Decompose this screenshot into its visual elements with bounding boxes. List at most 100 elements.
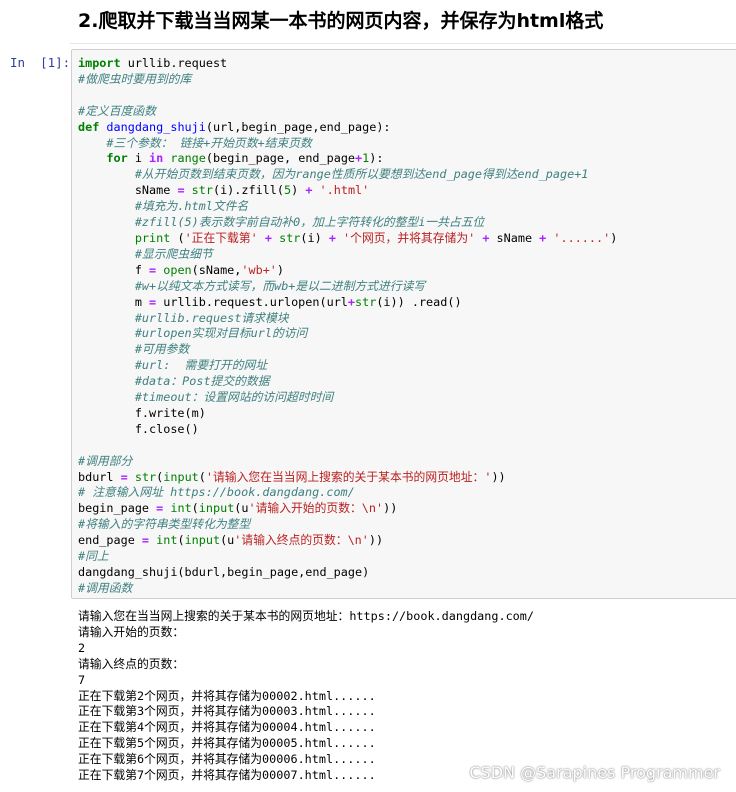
code-token: urllib.request — [120, 56, 228, 70]
code-line: #调用部分 — [78, 454, 617, 470]
code-line: m = urllib.request.urlopen(url+str(i)) .… — [78, 295, 617, 311]
code-token: ) — [610, 230, 618, 245]
code-line: print ('正在下载第' + str(i) + '个网页，并将其存储为' +… — [78, 230, 618, 247]
code-token: (u — [234, 501, 249, 516]
code-line: dangdang_shuji(bdurl,begin_page,end_page… — [78, 565, 617, 581]
code-token: input — [184, 533, 221, 548]
code-line: #urlopen实现对目标url的访问 — [78, 326, 617, 342]
code-line: #调用函数 — [78, 581, 617, 597]
code-token: #定义百度函数 — [78, 103, 156, 118]
code-token: dangdang_shuji — [106, 119, 206, 134]
code-line: import urllib.request — [78, 56, 617, 72]
code-token: '正在下载第' — [184, 230, 258, 245]
code-token: '请输入开始的页数：\n' — [248, 501, 384, 516]
code-token: '个网页，并将其存储为' — [343, 230, 476, 245]
code-line: #同上 — [78, 549, 617, 565]
code-token: end_page — [78, 533, 142, 548]
code-token: ): — [369, 151, 384, 166]
code-line: #w+以纯文本方式读写，而wb+是以二进制方式进行读写 — [78, 279, 617, 295]
output-line: 正在下载第3个网页，并将其存储为00003.html...... — [78, 704, 376, 719]
code-token: (begin_page, end_page — [205, 151, 356, 166]
code-token: (i)) .read() — [376, 294, 462, 309]
code-token: #做爬虫时要用到的库 — [78, 71, 192, 86]
code-line: #data：Post提交的数据 — [78, 374, 617, 390]
code-token: ( — [191, 501, 199, 516]
code-token: '.html' — [319, 183, 370, 198]
code-token: )) — [491, 469, 506, 484]
code-token: print — [134, 230, 171, 245]
output-line: 2 — [78, 640, 86, 655]
code-token: (i) — [300, 230, 329, 245]
code-line: #做爬虫时要用到的库 — [78, 72, 617, 88]
code-editor[interactable]: import urllib.request #做爬虫时要用到的库 #定义百度函数 d… — [78, 56, 617, 597]
code-line: #显示爬虫细节 — [78, 247, 617, 263]
code-line: f.write(m) — [78, 406, 617, 422]
code-line: #zfill(5)表示数字前自动补0，加上字符转化的整型i一共占五位 — [78, 215, 617, 231]
code-token: m — [78, 294, 150, 309]
code-token: #urlopen实现对目标url的访问 — [134, 326, 308, 341]
code-token: sName — [489, 230, 540, 245]
code-line: begin_page = int(input(u'请输入开始的页数：\n')) — [78, 501, 617, 517]
code-line: end_page = int(input(u'请输入终点的页数：\n')) — [78, 533, 617, 549]
code-token: for — [106, 151, 128, 166]
code-token: = — [120, 469, 128, 484]
code-token: '请输入终点的页数：\n' — [234, 533, 369, 548]
output-line: 请输入您在当当网上搜索的关于某本书的网页地址：https://book.dang… — [78, 609, 534, 623]
code-token: 'wb+' — [241, 262, 277, 277]
code-line: bdurl = str(input('请输入您在当当网上搜索的关于某本书的网页地… — [78, 470, 617, 486]
code-token: '请输入您在当当网上搜索的关于某本书的网页地址：' — [205, 469, 492, 484]
code-token: + — [264, 230, 272, 245]
code-token: int — [170, 501, 192, 516]
code-line: #urllib.request请求模块 — [78, 311, 617, 327]
code-token: sName — [78, 183, 178, 198]
input-prompt: In [1]: — [10, 55, 71, 70]
code-token: )) — [368, 533, 384, 548]
code-token: int — [156, 533, 178, 548]
code-token: input — [198, 501, 235, 516]
output-line: 正在下载第2个网页，并将其存储为00002.html...... — [78, 688, 376, 703]
code-token: #三个参数： 链接+开始页数+结束页数 — [106, 135, 312, 150]
code-token: dangdang_shuji(bdurl,begin_page,end_page… — [78, 565, 370, 579]
code-token: begin_page — [78, 501, 157, 516]
code-token: #timeout：设置网站的访问超时时间 — [134, 390, 334, 405]
code-token: str — [134, 469, 157, 484]
output-line: 请输入开始的页数： — [78, 624, 185, 639]
code-line: #从开始页数到结束页数，因为range性质所以要想到达end_page得到达en… — [78, 167, 617, 183]
code-token: f.write(m) — [78, 405, 206, 420]
code-token: (url,begin_page,end_page): — [205, 119, 391, 134]
code-token: #显示爬虫细节 — [134, 246, 213, 261]
code-token: = — [177, 183, 185, 198]
code-line: #定义百度函数 — [78, 104, 617, 120]
code-line: def dangdang_shuji(url,begin_page,end_pa… — [78, 120, 617, 136]
code-line: f.close() — [78, 422, 617, 438]
code-token: #data：Post提交的数据 — [134, 374, 270, 389]
code-token: = — [141, 533, 150, 548]
code-token: #调用函数 — [78, 580, 133, 595]
code-token: #url: 需要打开的网址 — [134, 358, 268, 373]
code-line: #timeout：设置网站的访问超时时间 — [78, 390, 617, 406]
code-token: #调用部分 — [78, 453, 133, 468]
code-token: str — [191, 183, 213, 198]
code-token: input — [163, 469, 199, 484]
code-token: urllib.request.urlopen(url — [156, 294, 348, 309]
code-token: ) — [276, 262, 285, 277]
code-token: # 注意输入网址 https://book.dangdang.com/ — [78, 485, 355, 500]
code-token: bdurl — [78, 469, 121, 484]
output-line: 正在下载第5个网页，并将其存储为00005.html...... — [78, 736, 376, 751]
output-line: 请输入终点的页数： — [78, 656, 185, 671]
code-token: open — [163, 262, 192, 277]
output-line: 正在下载第6个网页，并将其存储为00006.html...... — [78, 752, 376, 767]
page-title: 2.爬取并下载当当网某一本书的网页内容，并保存为html格式 — [78, 10, 604, 32]
